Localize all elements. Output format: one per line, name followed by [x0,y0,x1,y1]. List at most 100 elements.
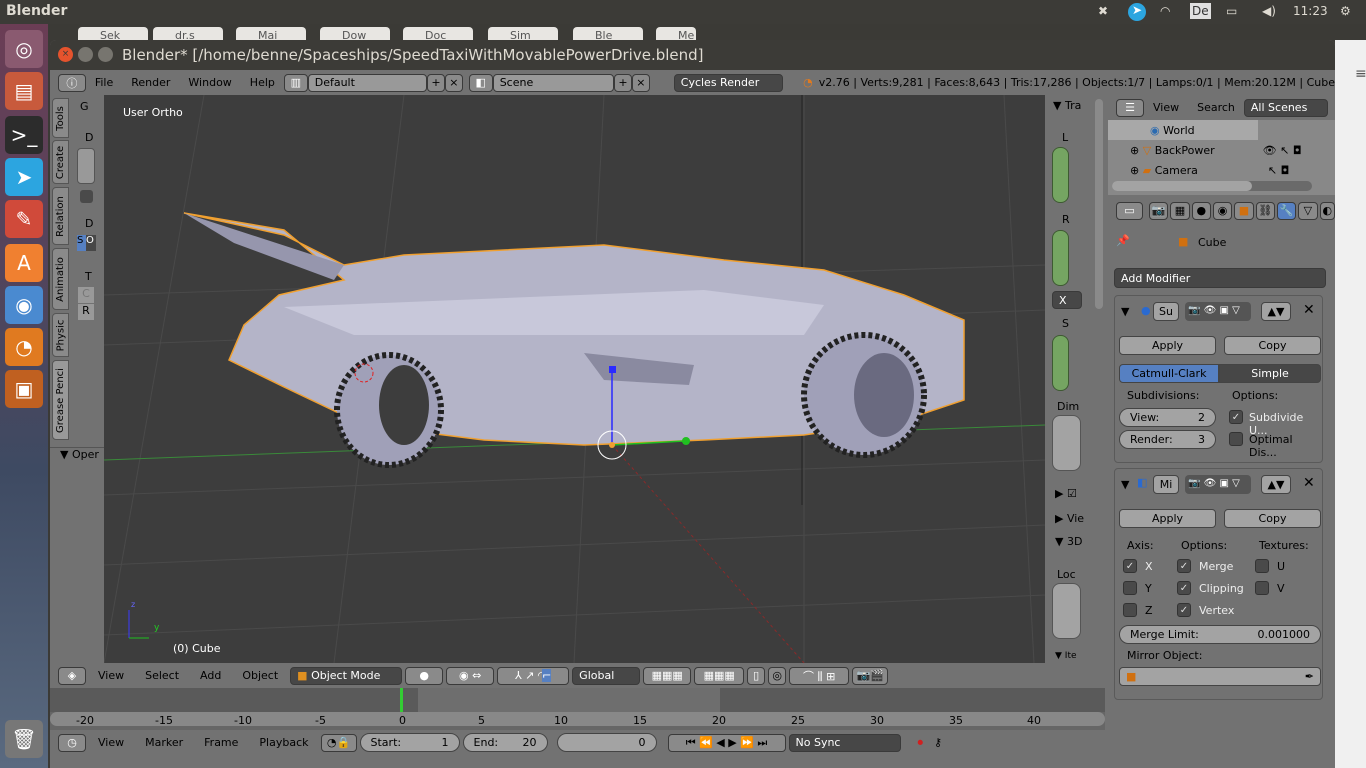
modifier-name-field[interactable]: Mi [1153,475,1179,494]
data-tab-icon[interactable]: ▽ [1298,201,1318,220]
add-scene-icon[interactable]: + [613,73,632,92]
checkbox[interactable] [80,190,93,203]
axis-y-checkbox[interactable] [1123,581,1137,595]
copy-button[interactable]: Copy [1224,336,1321,355]
apply-button[interactable]: Apply [1119,336,1216,355]
modifiers-tab-icon[interactable]: 🔧 [1276,201,1297,220]
merge-limit-field[interactable]: Merge Limit: 0.001000 [1119,625,1321,644]
layers-group-2[interactable]: ▦▦▦ [694,666,745,685]
software-center-icon[interactable]: A [5,244,43,282]
render-levels-field[interactable]: Render: 3 [1119,430,1216,449]
ubuntu-dash-icon[interactable]: ◎ [5,30,43,68]
view-panel-title[interactable]: ▶ Vie [1055,512,1084,525]
terminal-icon[interactable]: >_ [5,116,43,154]
merge-checkbox[interactable]: ✓ [1177,559,1191,573]
lock-camera-icon[interactable]: ▯ [747,666,766,685]
outliner-item-backpower[interactable]: ⊕ ▽ BackPower 👁 ↖ ◘ [1130,141,1335,161]
playback-controls[interactable]: ⏮ ⏪ ◀ ▶ ⏩ ⏭ [667,733,786,752]
z-gizmo-handle[interactable] [609,366,616,373]
pin-icon[interactable]: 📌 [1116,234,1130,247]
render-engine-select[interactable]: Cycles Render [673,73,784,92]
catmull-clark-toggle[interactable]: Catmull-Clark [1119,364,1219,383]
properties-editor-icon[interactable]: ▭ [1116,201,1144,220]
collapse-icon[interactable]: ▼ [1121,478,1129,491]
keying-set-icon[interactable]: ⚷ [934,736,942,749]
modifier-name-field[interactable]: Su [1153,302,1179,321]
tab-animation[interactable]: Animatio [52,248,69,310]
scene-tab-icon[interactable]: ● [1191,201,1211,220]
scene-icon[interactable]: ◧ [468,73,493,92]
impress-icon[interactable]: ▣ [5,370,43,408]
transform-orientation-select[interactable]: Global [572,666,641,685]
n-panel-scrollbar[interactable] [1095,99,1103,309]
simple-toggle[interactable]: Simple [1219,364,1321,383]
o-toggle[interactable]: O [86,235,96,251]
collapse-icon[interactable]: ▼ [1121,305,1129,318]
mode-select[interactable]: ■ Object Mode [290,666,403,685]
sync-mode-select[interactable]: No Sync [788,733,901,752]
add-layout-icon[interactable]: + [427,73,445,92]
tab-relation[interactable]: Relation [52,187,69,245]
power-gear-icon[interactable]: ⚙ [1340,4,1351,20]
hamburger-menu-icon[interactable]: ≡ [1355,66,1366,82]
move-modifier-buttons[interactable]: ▲▼ [1261,475,1291,494]
proportional-edit-icon[interactable]: ◎ [768,666,787,685]
timeline-menu-playback[interactable]: Playback [250,736,317,749]
rotation-mode-select[interactable]: X [1052,291,1082,309]
settings-icon[interactable]: ✎ [5,200,43,238]
remove-layout-icon[interactable]: × [444,73,463,92]
world-tab-icon[interactable]: ◉ [1212,201,1233,220]
render-tab-icon[interactable]: 📷 [1149,201,1169,220]
constraints-tab-icon[interactable]: ⛓ [1255,201,1275,220]
outliner-item-world[interactable]: ◉ World [1108,120,1258,140]
minimize-window-button[interactable] [78,47,93,62]
timeline-menu-view[interactable]: View [89,736,133,749]
optimal-display-checkbox[interactable] [1229,432,1243,446]
layout-field[interactable]: Default [307,73,428,92]
remove-scene-icon[interactable]: × [631,73,650,92]
mirror-object-field[interactable]: ■ ✒ [1119,667,1321,686]
volume-icon[interactable]: ◀) [1262,4,1276,20]
panel-title[interactable]: G [80,100,89,113]
location-fields[interactable] [1052,147,1069,203]
c-button[interactable]: C [78,287,94,303]
menu-file[interactable]: File [86,76,122,89]
menu-add[interactable]: Add [191,669,230,682]
object-tab-icon[interactable]: ■ [1234,201,1254,220]
rotation-fields[interactable] [1052,230,1069,286]
operator-panel[interactable]: ▼ Oper [50,447,104,467]
current-frame-field[interactable]: 0 [556,733,657,752]
layers-group-1[interactable]: ▦▦▦ [643,666,692,685]
copy-button[interactable]: Copy [1224,509,1321,528]
blender-icon[interactable]: ◔ [5,328,43,366]
r-button[interactable]: R [78,304,94,320]
axis-z-checkbox[interactable] [1123,603,1137,617]
add-modifier-dropdown[interactable]: Add Modifier [1114,268,1326,288]
scene-canvas[interactable] [104,95,1045,663]
chrome-icon[interactable]: ◉ [5,286,43,324]
scene-field[interactable]: Scene [492,73,614,92]
current-frame-indicator[interactable] [400,688,403,712]
move-modifier-buttons[interactable]: ▲▼ [1261,302,1291,321]
menu-help[interactable]: Help [241,76,284,89]
screen-layout-icon[interactable]: ▥ [283,73,308,92]
s-toggle[interactable]: S [77,235,86,251]
menu-render[interactable]: Render [122,76,179,89]
tab-create[interactable]: Create [52,140,69,184]
record-icon[interactable]: ⏺ [918,736,924,750]
axis-x-checkbox[interactable]: ✓ [1123,559,1137,573]
outliner-search-menu[interactable]: Search [1188,101,1244,114]
tab-physics[interactable]: Physic [52,313,69,357]
render-layers-tab-icon[interactable]: ▦ [1170,201,1190,220]
grease-pencil-panel[interactable]: ▶ ☑ [1055,487,1077,500]
viewport-shading-select[interactable]: ● [405,666,444,685]
scale-fields[interactable] [1052,335,1069,391]
manipulator-toggles[interactable]: ⅄ ↗ ◜ ⌐ [497,666,570,685]
subdivide-uvs-checkbox[interactable]: ✓ [1229,410,1243,424]
remove-modifier-icon[interactable]: ✕ [1303,302,1315,318]
wifi-icon[interactable]: ◠ [1160,4,1170,20]
3d-cursor-panel-title[interactable]: ▼ 3D [1055,535,1082,548]
y-gizmo-handle[interactable] [682,437,690,445]
car-mesh[interactable] [183,212,965,468]
outliner-filter-select[interactable]: All Scenes [1243,98,1328,117]
